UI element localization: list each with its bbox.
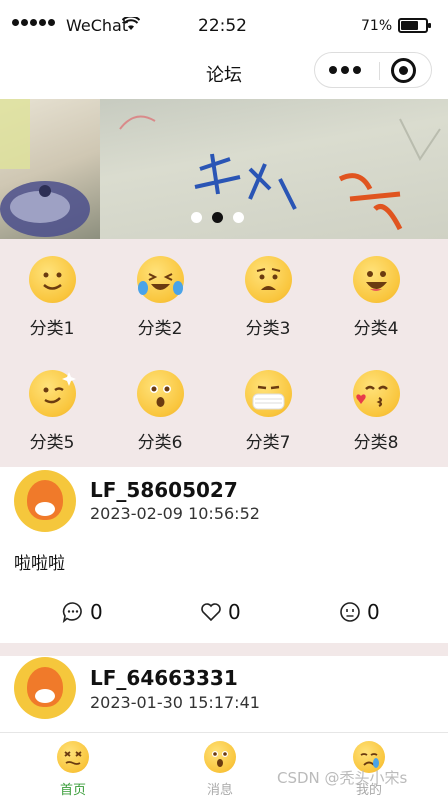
battery-level-fill: [401, 21, 418, 30]
heart-icon: [201, 603, 221, 622]
category-item-8[interactable]: 分类8: [331, 370, 421, 470]
avatar[interactable]: [14, 470, 76, 532]
category-label: 分类7: [245, 433, 291, 453]
tab-label: 消息: [206, 783, 233, 797]
like-count: 0: [228, 600, 241, 624]
post-card[interactable]: LF_64663331 2023-01-30 15:17:41: [0, 656, 448, 732]
watermark: CSDN @秃头小宋s: [277, 769, 408, 787]
post-timestamp: 2023-01-30 15:17:41: [90, 693, 260, 712]
post-card[interactable]: LF_58605027 2023-02-09 10:56:52 啦啦啦 0 0 …: [0, 467, 448, 643]
signal-strength-icon: [12, 19, 55, 26]
more-menu-icon[interactable]: [329, 66, 361, 74]
carousel-dot[interactable]: [191, 212, 202, 223]
dizzy-emoji-icon: [57, 741, 89, 773]
surprised-emoji-icon: [137, 370, 184, 417]
reaction-count: 0: [367, 600, 380, 624]
wink-emoji-icon: [29, 370, 76, 417]
status-bar: WeChat 22:52 71%: [0, 0, 448, 52]
category-label: 分类1: [29, 319, 75, 339]
surprised-emoji-icon: [204, 741, 236, 773]
comment-icon: [62, 602, 82, 623]
wifi-icon: [122, 17, 140, 30]
carousel-indicators: [191, 212, 244, 223]
grin-emoji-icon: [353, 256, 400, 303]
banner-slide-previous: [0, 99, 100, 239]
tab-home[interactable]: 首页: [23, 741, 123, 797]
avatar[interactable]: [14, 657, 76, 719]
comment-count: 0: [90, 600, 103, 624]
category-item-4[interactable]: 分类4: [331, 256, 421, 356]
battery-icon: [398, 18, 431, 33]
category-label: 分类5: [29, 433, 75, 453]
category-label: 分类8: [353, 433, 399, 453]
post-divider: [0, 643, 448, 656]
kiss-emoji-icon: [353, 370, 400, 417]
smile-emoji-icon: [29, 256, 76, 303]
mini-program-capsule: [314, 52, 432, 88]
carousel-dot-active[interactable]: [212, 212, 223, 223]
carrier-name: WeChat: [66, 16, 129, 35]
category-item-5[interactable]: 分类5: [7, 370, 97, 470]
worried-emoji-icon: [245, 256, 292, 303]
mask-emoji-icon: [245, 370, 292, 417]
tab-messages[interactable]: 消息: [170, 741, 270, 797]
category-label: 分类3: [245, 319, 291, 339]
carousel-dot[interactable]: [233, 212, 244, 223]
category-item-1[interactable]: 分类1: [7, 256, 97, 356]
category-label: 分类6: [137, 433, 183, 453]
post-username[interactable]: LF_58605027: [90, 478, 238, 502]
post-timestamp: 2023-02-09 10:56:52: [90, 504, 260, 523]
category-label: 分类4: [353, 319, 399, 339]
navigation-bar: 论坛: [0, 52, 448, 98]
post-content: 啦啦啦: [14, 554, 65, 574]
category-grid: 分类1 分类2 分类3 分类4 分类5 分类6 分类7 分类8: [0, 239, 448, 467]
phone-screen: WeChat 22:52 71% 论坛 分类1 分类2 分类3 分类4 分类5 …: [0, 0, 448, 797]
reaction-button[interactable]: 0: [339, 600, 380, 624]
laugh-tears-emoji-icon: [137, 256, 184, 303]
category-item-3[interactable]: 分类3: [223, 256, 313, 356]
tab-label: 首页: [59, 783, 86, 797]
post-username[interactable]: LF_64663331: [90, 666, 238, 690]
category-item-6[interactable]: 分类6: [115, 370, 205, 470]
post-actions: 0 0 0: [0, 600, 448, 630]
comment-button[interactable]: 0: [62, 600, 103, 624]
banner-slide-current: [100, 99, 448, 239]
battery-percentage: 71%: [361, 18, 393, 34]
capsule-divider: [379, 62, 380, 80]
category-label: 分类2: [137, 319, 183, 339]
close-miniprogram-icon[interactable]: [391, 58, 416, 83]
neutral-face-icon: [340, 602, 360, 622]
category-item-7[interactable]: 分类7: [223, 370, 313, 470]
category-item-2[interactable]: 分类2: [115, 256, 205, 356]
clock-time: 22:52: [198, 16, 247, 36]
like-button[interactable]: 0: [200, 600, 241, 624]
